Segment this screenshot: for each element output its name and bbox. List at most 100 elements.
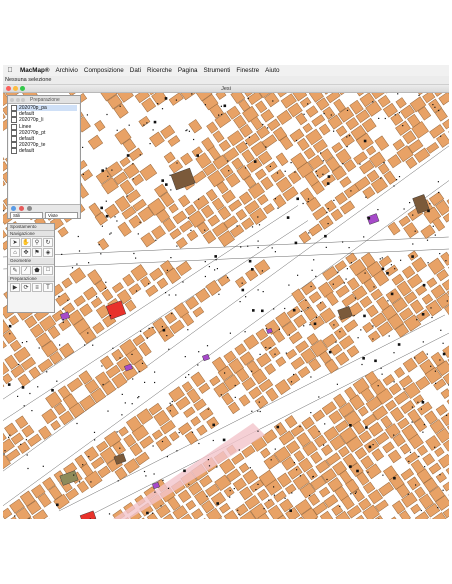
layer-options-icon[interactable] [27, 206, 32, 211]
building [180, 152, 193, 166]
lasso-tool-icon[interactable]: ⟳ [21, 283, 31, 292]
point-symbol [108, 513, 111, 515]
point-symbol [326, 211, 328, 213]
building [442, 345, 449, 358]
point-symbol [9, 434, 11, 436]
point-symbol [372, 338, 374, 340]
menu-ricerche[interactable]: Ricerche [144, 67, 175, 74]
palette-zoom-button[interactable] [21, 97, 25, 102]
window-title-bar[interactable]: Jesi [3, 85, 449, 93]
point-symbol [409, 451, 412, 453]
point-symbol [421, 313, 425, 316]
palette-minimize-button[interactable] [15, 97, 20, 102]
select-tool-icon[interactable]: ▶ [10, 283, 20, 292]
styles-select[interactable]: Stili [10, 212, 43, 219]
building [131, 173, 144, 186]
flag-tool-icon[interactable]: ⚑ [32, 248, 42, 257]
point-symbol [224, 372, 226, 374]
layer-checkbox[interactable] [11, 148, 17, 155]
point-symbol [365, 196, 367, 198]
point-symbol [378, 117, 380, 119]
point-symbol [274, 353, 276, 355]
point-symbol [372, 444, 374, 446]
building [406, 476, 421, 491]
layer-checkbox[interactable] [11, 117, 17, 124]
menu-archivio[interactable]: Archivio [52, 67, 80, 74]
menu-aiuto[interactable]: Aiuto [262, 67, 282, 74]
building [207, 214, 220, 227]
point-symbol [262, 291, 264, 293]
layer-checkbox[interactable] [11, 129, 17, 136]
add-layer-icon[interactable] [11, 206, 16, 211]
vertex-tool-icon[interactable]: ◈ [43, 248, 53, 257]
home-tool-icon[interactable]: ⌂ [10, 248, 20, 257]
point-symbol [393, 434, 395, 436]
point-symbol [132, 163, 134, 165]
menu-app[interactable]: MacMap® [17, 67, 52, 74]
menu-strumenti[interactable]: Strumenti [200, 67, 233, 74]
building [428, 462, 442, 475]
menu-dati[interactable]: Dati [127, 67, 144, 74]
building [58, 318, 72, 332]
pencil-tool-icon[interactable]: ✎ [10, 265, 20, 275]
point-symbol [402, 125, 404, 127]
point-symbol [28, 518, 30, 519]
point-symbol [37, 386, 39, 388]
menu-finestre[interactable]: Finestre [233, 67, 262, 74]
building [97, 465, 111, 479]
building [319, 510, 334, 519]
point-symbol [346, 146, 348, 148]
point-symbol [270, 459, 272, 461]
building [62, 302, 76, 315]
point-symbol [258, 401, 260, 403]
apple-icon[interactable]:  [3, 67, 17, 74]
building [311, 114, 326, 127]
align-tool-icon[interactable]: ≡ [32, 283, 42, 292]
point-symbol [284, 307, 286, 310]
point-symbol [261, 270, 263, 272]
layers-list[interactable]: 2020?0p_pa default 2020?0p_li Linee 2020… [9, 104, 79, 204]
rect-tool-icon[interactable]: □ [43, 265, 53, 275]
building [330, 208, 343, 222]
layer-checkbox[interactable] [11, 136, 17, 143]
point-symbol [241, 288, 245, 292]
point-symbol [168, 294, 170, 296]
hand-tool-icon[interactable]: ✋ [21, 238, 31, 247]
views-select[interactable]: Viste [45, 212, 78, 219]
point-symbol [162, 328, 166, 332]
point-symbol [442, 342, 444, 344]
point-symbol [214, 269, 216, 271]
point-symbol [79, 481, 81, 483]
building [87, 134, 104, 150]
layer-checkbox[interactable] [11, 111, 17, 118]
point-symbol [105, 281, 107, 283]
arrow-tool-icon[interactable]: ➤ [10, 238, 20, 247]
text-tool-icon[interactable]: T [43, 283, 53, 292]
point-symbol [247, 97, 249, 99]
layer-checkbox[interactable] [11, 123, 17, 130]
remove-layer-icon[interactable] [19, 206, 24, 211]
line-tool-icon[interactable]: ∕ [21, 265, 31, 275]
point-symbol [360, 329, 362, 331]
menu-composizione[interactable]: Composizione [81, 67, 127, 74]
point-symbol [290, 162, 292, 164]
palette-close-button[interactable] [10, 97, 14, 102]
point-symbol [176, 450, 178, 452]
zoom-tool-icon[interactable]: ⚲ [32, 238, 42, 247]
building [354, 514, 367, 519]
layer-row[interactable]: default [11, 148, 77, 155]
building [371, 448, 385, 462]
building [422, 453, 436, 466]
move-tool-icon[interactable]: ✥ [21, 248, 31, 257]
rotate-tool-icon[interactable]: ↻ [43, 238, 53, 247]
point-symbol [439, 253, 441, 255]
point-symbol [112, 347, 114, 349]
building [9, 339, 22, 352]
polygon-tool-icon[interactable]: ⬟ [32, 265, 42, 275]
point-symbol [342, 163, 344, 165]
layer-checkbox[interactable] [11, 142, 17, 149]
layer-checkbox[interactable] [11, 105, 17, 112]
menu-pagina[interactable]: Pagina [175, 67, 201, 74]
layers-palette-titlebar[interactable]: Preparazione [8, 96, 80, 104]
point-symbol [322, 173, 324, 175]
